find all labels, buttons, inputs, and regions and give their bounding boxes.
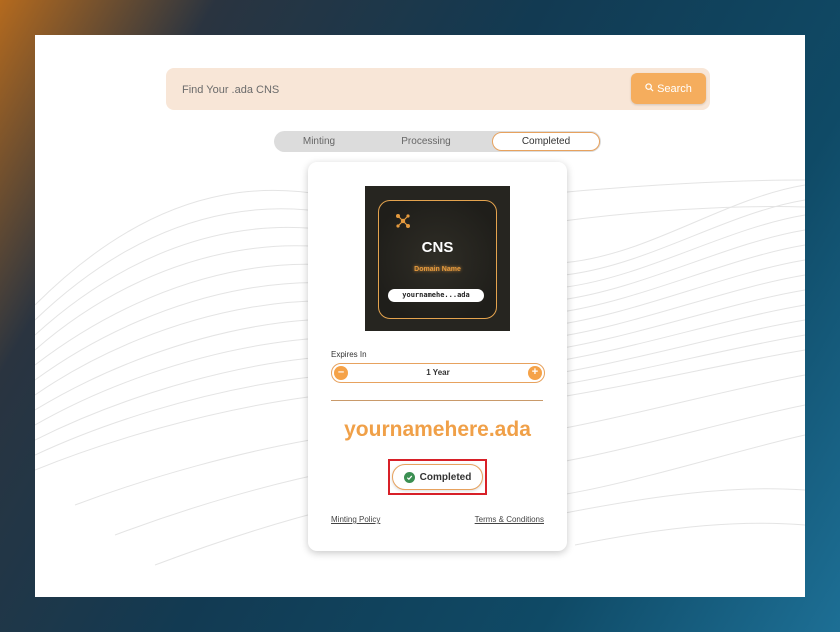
search-bar: Search: [166, 68, 710, 112]
network-nodes-icon: [396, 214, 410, 228]
tab-completed[interactable]: Completed: [492, 132, 600, 151]
terms-link[interactable]: Terms & Conditions: [475, 515, 544, 524]
search-button[interactable]: Search: [631, 73, 706, 104]
search-icon: [645, 82, 654, 95]
increase-button[interactable]: +: [528, 366, 542, 380]
app-frame: Search Minting Processing Completed: [35, 35, 805, 597]
completed-status-button[interactable]: Completed: [392, 464, 483, 490]
duration-value: 1 Year: [426, 368, 450, 377]
nft-title: CNS: [421, 239, 454, 256]
tab-processing[interactable]: Processing: [370, 131, 482, 152]
check-circle-icon: [403, 471, 415, 483]
search-input[interactable]: [180, 68, 624, 112]
minting-policy-link[interactable]: Minting Policy: [331, 515, 380, 524]
nft-frame: CNS Domain Name yournamehe...ada: [378, 200, 497, 319]
search-button-label: Search: [657, 82, 692, 95]
tab-minting[interactable]: Minting: [274, 131, 364, 152]
divider: [331, 400, 543, 401]
domain-name: yournamehere.ada: [344, 418, 531, 441]
completed-status-label: Completed: [419, 471, 472, 483]
domain-card: CNS Domain Name yournamehe...ada Expires…: [308, 162, 567, 551]
nft-preview: CNS Domain Name yournamehe...ada: [365, 186, 510, 331]
progress-tabs: Minting Processing Completed: [274, 131, 601, 152]
duration-stepper: – 1 Year +: [331, 363, 545, 383]
nft-domain-pill: yournamehe...ada: [388, 289, 484, 302]
expires-label: Expires In: [331, 350, 367, 359]
nft-subtitle: Domain Name: [414, 266, 461, 273]
